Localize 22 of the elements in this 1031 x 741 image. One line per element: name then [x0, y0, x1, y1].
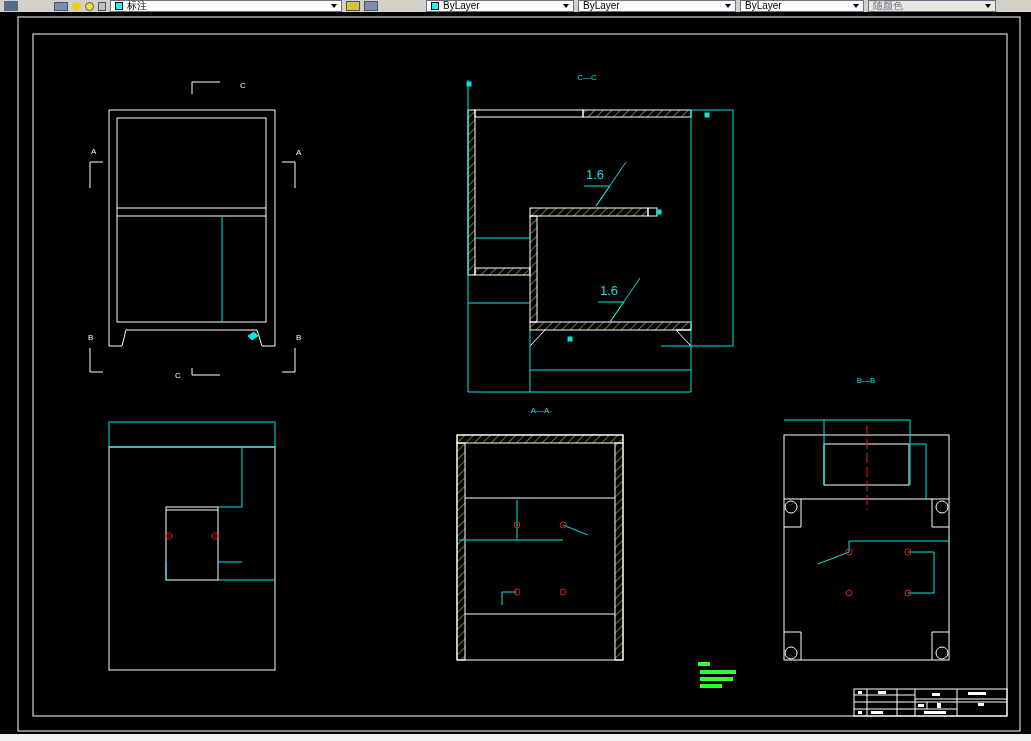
section-mark: C [175, 367, 221, 380]
view-title: B—B [856, 376, 876, 385]
color-swatch-icon [431, 2, 439, 10]
section-mark: B [88, 333, 104, 373]
drawing-canvas[interactable]: C A A B B C 1.6 1.6 C—C A—A B—B [0, 12, 1031, 734]
view-title: C—C [577, 73, 597, 82]
caret-icon [331, 4, 337, 8]
section-mark: B [281, 333, 302, 373]
caret-icon [985, 4, 991, 8]
technical-note-drawing [698, 662, 736, 688]
lineweight-dropdown[interactable]: ByLayer [740, 0, 864, 12]
caret-icon [725, 4, 731, 8]
section-mark: A [281, 148, 302, 189]
caret-icon [563, 4, 569, 8]
linetype-dropdown[interactable]: ByLayer [578, 0, 736, 12]
layer-dropdown[interactable]: 标注 [110, 0, 342, 12]
color-swatch-icon [115, 2, 123, 10]
caret-icon [853, 4, 859, 8]
color-dropdown[interactable]: ByLayer [426, 0, 574, 12]
section-mark: C [191, 81, 246, 95]
section-mark: A [89, 147, 104, 189]
view-title: A—A [530, 406, 550, 415]
